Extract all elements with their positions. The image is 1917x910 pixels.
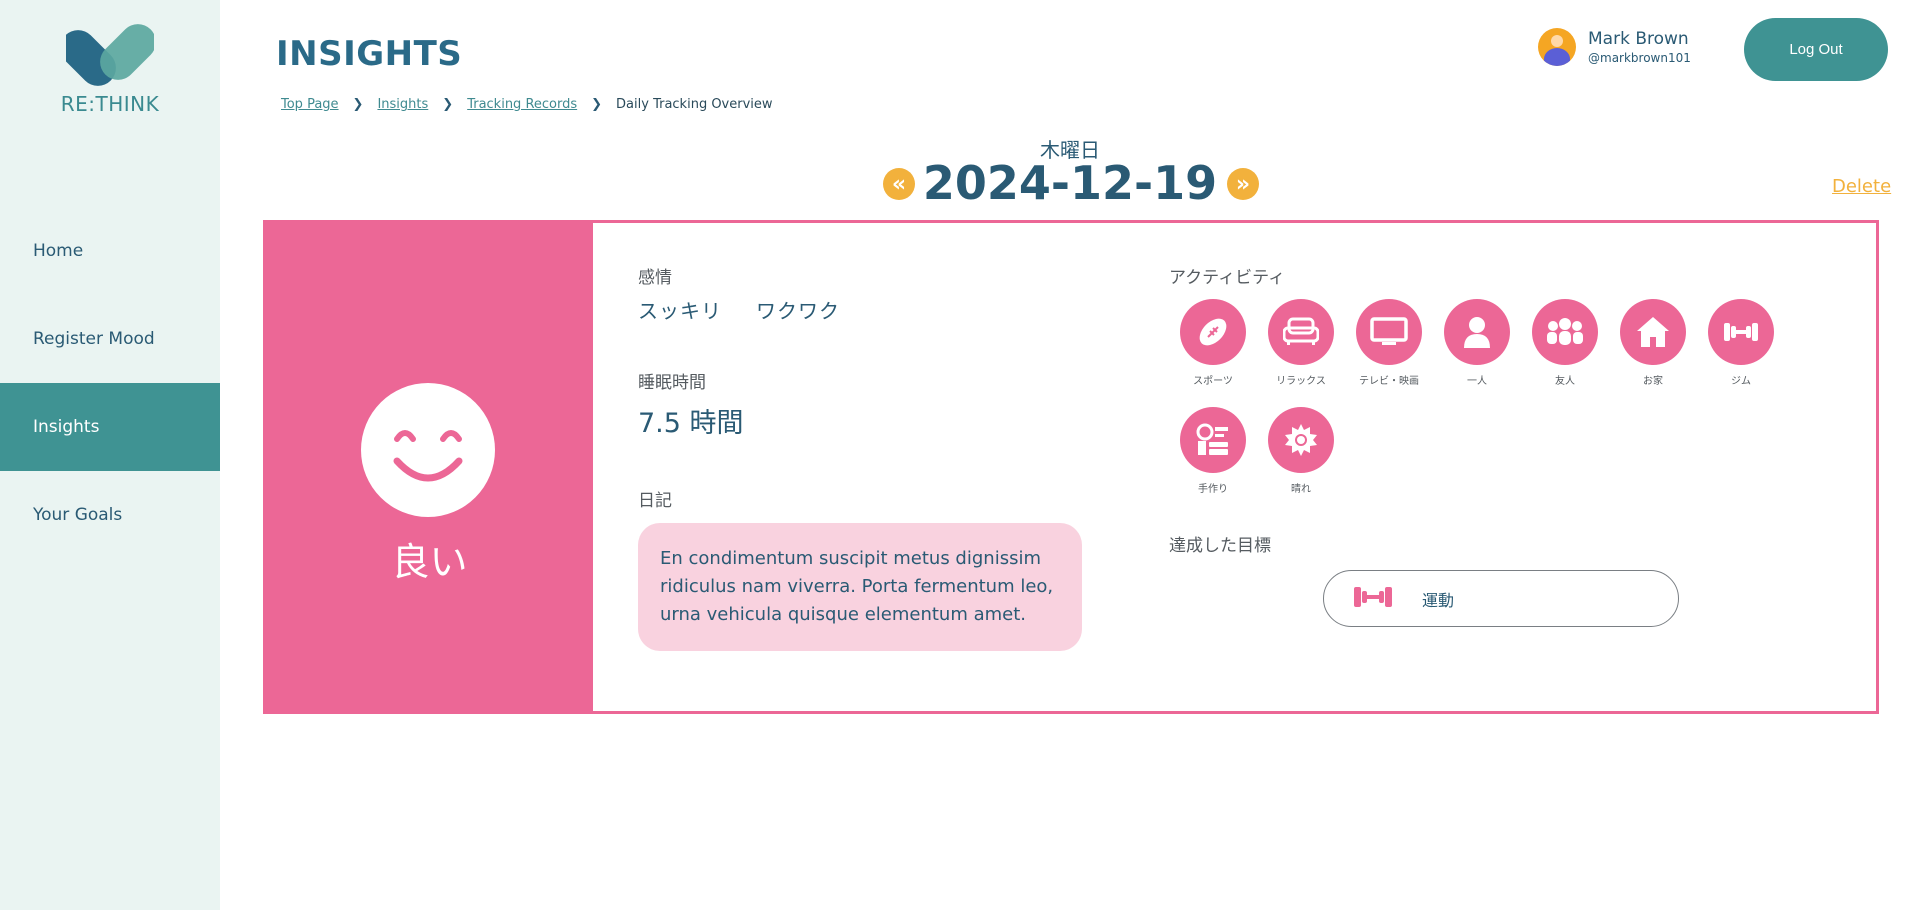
emotion-tag: ワクワク: [756, 299, 840, 323]
group-icon: [1532, 299, 1598, 365]
app-name: RE:THINK: [60, 92, 160, 116]
activity-label: 友人: [1555, 376, 1575, 387]
person-icon: [1444, 299, 1510, 365]
football-icon: [1180, 299, 1246, 365]
sleep-value: 7.5 時間: [638, 408, 744, 439]
diary-label: 日記: [638, 491, 672, 511]
avatar: [1538, 28, 1576, 66]
app-logo[interactable]: RE:THINK: [60, 24, 160, 116]
sidebar-item-register-mood[interactable]: Register Mood: [0, 295, 220, 383]
goals-label: 達成した目標: [1169, 536, 1271, 556]
tv-icon: [1356, 299, 1422, 365]
breadcrumb-current: Daily Tracking Overview: [616, 97, 773, 112]
activity-label: スポーツ: [1193, 376, 1233, 387]
emotion-tag: スッキリ: [638, 299, 722, 323]
activity-tv-movies[interactable]: テレビ・映画: [1345, 299, 1433, 387]
activity-relax[interactable]: リラックス: [1257, 299, 1345, 387]
dumbbell-icon: [1352, 584, 1394, 614]
activity-label: リラックス: [1276, 376, 1326, 387]
activity-label: ジム: [1731, 376, 1751, 387]
sleep-label: 睡眠時間: [638, 373, 706, 393]
breadcrumb: Top Page ❯ Insights ❯ Tracking Records ❯…: [281, 97, 773, 112]
record-date: 2024-12-19: [922, 156, 1218, 210]
chevron-right-icon: ❯: [442, 97, 454, 112]
breadcrumb-top-page[interactable]: Top Page: [281, 97, 339, 112]
user-profile[interactable]: Mark Brown @markbrown101: [1538, 28, 1691, 66]
crafting-icon: [1180, 407, 1246, 473]
emotions-list: スッキリ ワクワク: [638, 295, 840, 324]
activity-friends[interactable]: 友人: [1521, 299, 1609, 387]
activity-sports[interactable]: スポーツ: [1169, 299, 1257, 387]
logout-button[interactable]: Log Out: [1744, 18, 1888, 81]
double-chevron-right-icon: »: [1235, 171, 1251, 197]
breadcrumb-tracking-records[interactable]: Tracking Records: [467, 97, 577, 112]
activity-crafting[interactable]: 手作り: [1169, 407, 1257, 495]
activity-label: お家: [1643, 376, 1663, 387]
chevron-right-icon: ❯: [352, 97, 364, 112]
next-day-button[interactable]: »: [1227, 168, 1259, 200]
sidebar-item-insights[interactable]: Insights: [0, 383, 220, 471]
house-icon: [1620, 299, 1686, 365]
activity-label: 手作り: [1198, 484, 1228, 495]
user-handle: @markbrown101: [1588, 51, 1691, 65]
delete-record-link[interactable]: Delete: [1832, 176, 1891, 197]
page-title: INSIGHTS: [276, 34, 463, 74]
date-navigator: 木曜日 2024-12-19 « »: [880, 134, 1260, 214]
sidebar-item-your-goals[interactable]: Your Goals: [0, 471, 220, 559]
goal-label: 運動: [1422, 590, 1455, 610]
activity-label: 一人: [1467, 376, 1487, 387]
activity-home[interactable]: お家: [1609, 299, 1697, 387]
previous-day-button[interactable]: «: [883, 168, 915, 200]
activity-label: 晴れ: [1291, 484, 1311, 495]
user-name: Mark Brown: [1588, 29, 1689, 49]
sidebar: RE:THINK Home Register Mood Insights You…: [0, 0, 220, 910]
heart-logo-icon: [66, 24, 154, 86]
mood-panel: 良い: [266, 223, 593, 711]
dumbbell-icon: [1708, 299, 1774, 365]
daily-record-card: 良い 感情 スッキリ ワクワク 睡眠時間 7.5 時間 日記 En condim…: [263, 220, 1879, 714]
activity-sunny[interactable]: 晴れ: [1257, 407, 1345, 495]
sidebar-item-home[interactable]: Home: [0, 207, 220, 295]
breadcrumb-insights[interactable]: Insights: [377, 97, 428, 112]
chevron-right-icon: ❯: [591, 97, 603, 112]
activity-label: テレビ・映画: [1359, 376, 1419, 387]
sun-icon: [1268, 407, 1334, 473]
diary-text: En condimentum suscipit metus dignissim …: [638, 523, 1082, 651]
activity-gym[interactable]: ジム: [1697, 299, 1785, 387]
activities-label: アクティビティ: [1169, 268, 1286, 288]
activity-alone[interactable]: 一人: [1433, 299, 1521, 387]
double-chevron-left-icon: «: [891, 171, 907, 197]
mood-label: 良い: [391, 540, 468, 584]
achieved-goal[interactable]: 運動: [1323, 570, 1679, 627]
smiling-face-icon: [361, 383, 495, 517]
sofa-icon: [1268, 299, 1334, 365]
emotions-label: 感情: [638, 268, 672, 288]
